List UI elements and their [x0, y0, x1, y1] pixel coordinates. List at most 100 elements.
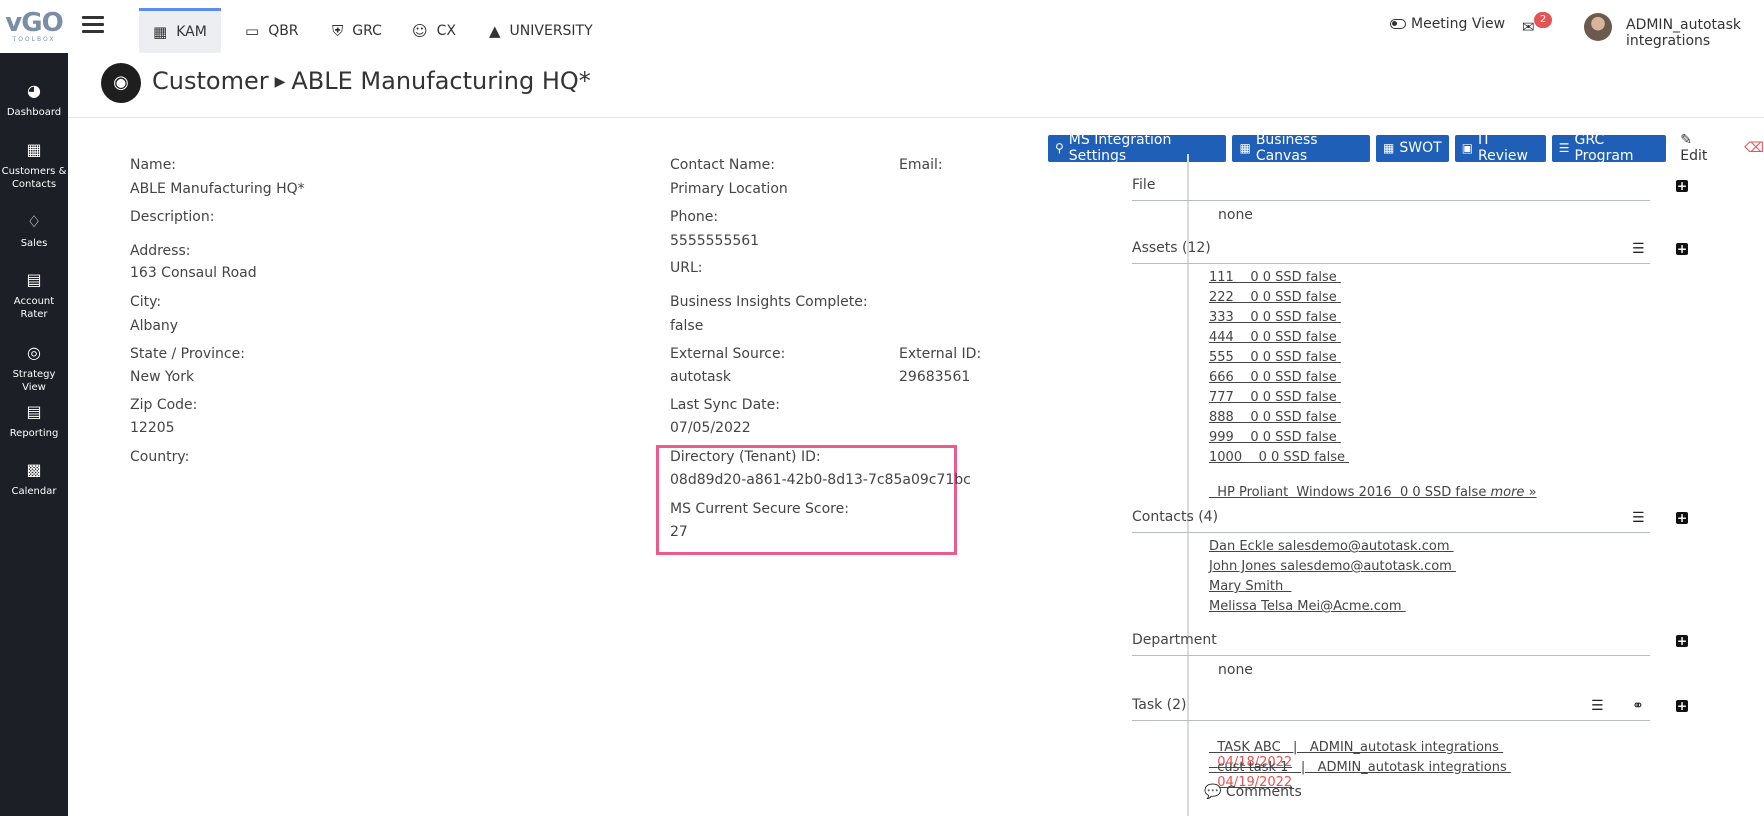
calendar-icon: ▩	[26, 460, 42, 479]
sidebar-item-calendar[interactable]: ▩ Calendar	[0, 461, 68, 498]
contact-link[interactable]: Dan Eckle salesdemo@autotask.com	[1209, 539, 1454, 554]
mail-icon[interactable]: ✉	[1522, 18, 1535, 36]
button-label: SWOT	[1399, 140, 1442, 156]
list-icon: ☰	[1558, 141, 1570, 155]
book-icon: ▣	[1461, 141, 1474, 155]
target-icon: ◎	[27, 343, 41, 362]
comments-toggle[interactable]: 💬 Comments	[1204, 784, 1302, 800]
asset-link[interactable]: 444 0 0 SSD false	[1209, 330, 1341, 345]
phone-label: Phone:	[670, 209, 719, 225]
grid-icon: ▦	[1239, 141, 1251, 155]
key-icon: ⚲	[1055, 141, 1064, 155]
tenant-id-value: 08d89d20-a861-42b0-8d13-7c85a09c71bc	[670, 472, 971, 488]
address-label: Address:	[130, 243, 191, 259]
address-value: 163 Consaul Road	[130, 265, 257, 281]
zip-value: 12205	[130, 420, 175, 436]
contact-link[interactable]: Melissa Telsa Mei@Acme.com	[1209, 599, 1406, 614]
zip-label: Zip Code:	[130, 397, 198, 413]
sidebar-item-strategy-view[interactable]: ◎ Strategy View	[0, 344, 68, 394]
asset-link[interactable]: 666 0 0 SSD false	[1209, 370, 1341, 385]
bell-icon: ♢	[26, 212, 42, 231]
link-icon[interactable]: ⚭	[1632, 698, 1644, 714]
name-value: ABLE Manufacturing HQ*	[130, 181, 305, 197]
sidebar-item-dashboard[interactable]: ◕ Dashboard	[0, 82, 68, 119]
asset-link[interactable]: 777 0 0 SSD false	[1209, 390, 1341, 405]
asset-link[interactable]: 888 0 0 SSD false	[1209, 410, 1341, 425]
button-label: IT Review	[1478, 132, 1528, 164]
sidebar-item-reporting[interactable]: ▤ Reporting	[0, 403, 68, 440]
top-navbar: ▦ KAM ▭ QBR ⛨ GRC ☺ CX ▲ UNIVERSITY Meet…	[68, 0, 1764, 53]
tab-cx[interactable]: ☺ CX	[398, 8, 470, 53]
button-label: MS Integration Settings	[1068, 132, 1172, 164]
sidebar-item-customers[interactable]: ▦ Customers & Contacts	[0, 141, 68, 191]
list-icon[interactable]: ☰	[1632, 241, 1645, 257]
sidebar-item-account-rater[interactable]: ▤ Account Rater	[0, 271, 68, 321]
file-empty-text: none	[1218, 207, 1253, 223]
meeting-view-label: Meeting View	[1411, 16, 1506, 32]
contact-link[interactable]: Mary Smith	[1209, 579, 1291, 594]
avatar[interactable]	[1584, 13, 1612, 41]
sidebar-item-label: Account Rater	[13, 296, 55, 320]
username[interactable]: ADMIN_autotask integrations	[1626, 17, 1764, 49]
more-link[interactable]: more	[1490, 485, 1524, 500]
sidebar-item-sales[interactable]: ♢ Sales	[0, 213, 68, 250]
asset-link[interactable]: 1000 0 0 SSD false	[1209, 450, 1349, 465]
users-icon: ◉	[101, 63, 141, 103]
file-panel-title: File	[1132, 177, 1156, 193]
last-sync-label: Last Sync Date:	[670, 397, 780, 413]
smiley-icon: ☺	[412, 21, 428, 40]
asset-link[interactable]: HP Proliant Windows 2016 0 0 SSD false	[1217, 485, 1490, 500]
comments-label: Comments	[1225, 784, 1302, 800]
logo-subtext: TOOLBOX	[12, 36, 56, 43]
swot-button[interactable]: ▦ SWOT	[1376, 134, 1449, 162]
tab-university[interactable]: ▲ UNIVERSITY	[475, 8, 607, 53]
laptop-icon: ▭	[245, 21, 260, 40]
grid-icon: ▦	[1383, 141, 1395, 155]
add-task-icon[interactable]: +	[1676, 700, 1688, 712]
tab-kam[interactable]: ▦ KAM	[139, 8, 221, 53]
description-label: Description:	[130, 209, 215, 225]
task-link[interactable]: cust task 1 | ADMIN_autotask integration…	[1217, 760, 1511, 775]
page-header: ◉ Customer ▶ ABLE Manufacturing HQ*	[68, 53, 1764, 118]
sidebar-item-label: Customers & Contacts	[1, 166, 67, 190]
breadcrumb-root[interactable]: Customer	[152, 67, 269, 95]
list-icon[interactable]: ☰	[1632, 510, 1645, 526]
double-chevron-right-icon[interactable]: »	[1529, 485, 1537, 500]
sidebar-item-label: Sales	[20, 238, 48, 249]
app-logo[interactable]: vGO TOOLBOX	[0, 0, 68, 53]
hamburger-menu-icon[interactable]	[82, 16, 104, 34]
it-review-button[interactable]: ▣ IT Review	[1454, 132, 1546, 164]
asset-link[interactable]: 555 0 0 SSD false	[1209, 350, 1341, 365]
tab-qbr[interactable]: ▭ QBR	[231, 8, 313, 53]
comment-icon: 💬	[1204, 784, 1222, 800]
delete-trash-icon[interactable]: ⌫	[1744, 140, 1764, 156]
phone-value: 5555555561	[670, 233, 760, 249]
list-icon[interactable]: ☰	[1591, 698, 1604, 714]
add-file-icon[interactable]: +	[1676, 180, 1688, 192]
asset-link[interactable]: 999 0 0 SSD false	[1209, 430, 1341, 445]
assets-panel-header: Assets (12) ☰ +	[1132, 240, 1688, 264]
country-label: Country:	[130, 449, 190, 465]
add-asset-icon[interactable]: +	[1676, 243, 1688, 255]
asset-link[interactable]: 111 0 0 SSD false	[1209, 270, 1341, 285]
external-source-label: External Source:	[670, 346, 786, 362]
tab-grc[interactable]: ⛨ GRC	[318, 8, 396, 53]
city-value: Albany	[130, 318, 179, 334]
grc-program-button[interactable]: ☰ GRC Program	[1551, 132, 1667, 164]
id-card-icon: ▦	[26, 140, 42, 159]
secure-score-label: MS Current Secure Score:	[670, 501, 849, 517]
speedometer-icon: ◕	[27, 81, 41, 100]
ms-integration-settings-button[interactable]: ⚲ MS Integration Settings	[1048, 132, 1227, 164]
pencil-icon: ✎	[1680, 132, 1692, 148]
contact-link[interactable]: John Jones salesdemo@autotask.com	[1209, 559, 1456, 574]
asset-link[interactable]: 222 0 0 SSD false	[1209, 290, 1341, 305]
business-canvas-button[interactable]: ▦ Business Canvas	[1232, 132, 1371, 164]
city-label: City:	[130, 294, 162, 310]
add-contact-icon[interactable]: +	[1676, 512, 1688, 524]
assets-panel-title: Assets (12)	[1132, 240, 1211, 256]
sidebar: vGO TOOLBOX ◕ Dashboard ▦ Customers & Co…	[0, 0, 68, 816]
asset-link[interactable]: 333 0 0 SSD false	[1209, 310, 1341, 325]
edit-button[interactable]: ✎ Edit	[1680, 132, 1720, 164]
add-department-icon[interactable]: +	[1676, 635, 1688, 647]
meeting-view-toggle[interactable]: Meeting View	[1390, 16, 1505, 32]
